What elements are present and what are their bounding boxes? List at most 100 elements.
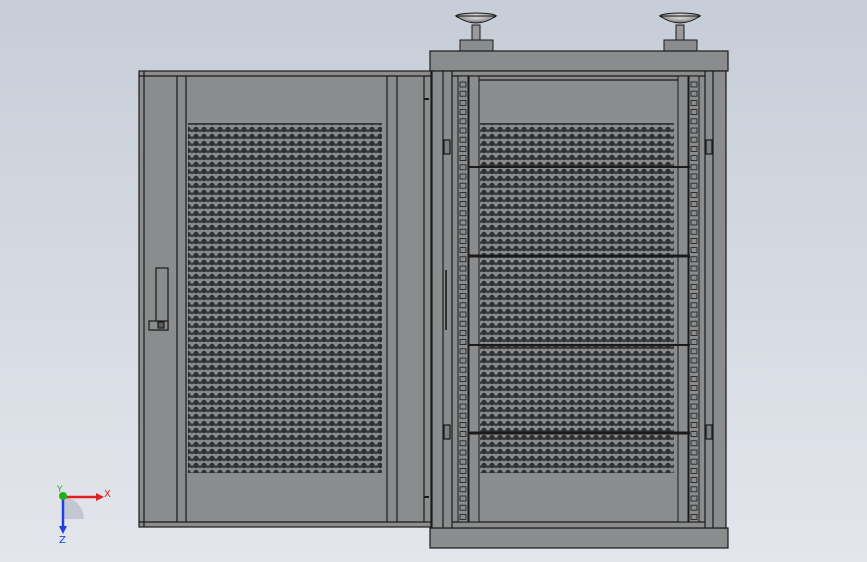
rail-slot — [459, 219, 467, 226]
rail-slot — [459, 504, 467, 511]
rail-slot — [690, 385, 698, 392]
rail-slot — [459, 486, 467, 493]
rail-slot — [459, 247, 467, 254]
rail-slot — [459, 339, 467, 346]
rail-slot — [459, 412, 467, 419]
rail-slot — [459, 366, 467, 373]
rail-slot — [690, 412, 698, 419]
rail-slot — [690, 256, 698, 263]
axis-z-label: Z — [59, 535, 66, 546]
rail-slot — [690, 191, 698, 198]
rail-slot — [459, 118, 467, 125]
rail-slot — [459, 127, 467, 134]
rail-slot — [459, 431, 467, 438]
rail-slot — [690, 329, 698, 336]
rail-slot — [459, 136, 467, 143]
rail-slot — [690, 467, 698, 474]
rail-slot — [690, 164, 698, 171]
rail-slot — [690, 210, 698, 217]
rail-slot — [459, 421, 467, 428]
rail-slot — [459, 210, 467, 217]
rail-slot — [459, 477, 467, 484]
rail-slot — [690, 458, 698, 465]
axis-y-label: Y — [56, 485, 63, 495]
rail-slot — [459, 274, 467, 281]
rail-slot — [459, 495, 467, 502]
rail-slot — [459, 385, 467, 392]
rail-slot — [690, 136, 698, 143]
rail-slot — [459, 302, 467, 309]
rail-slot — [690, 311, 698, 318]
rail-slot — [690, 201, 698, 208]
axis-x-label: X — [104, 489, 111, 500]
rail-slot — [459, 394, 467, 401]
rail-slot — [690, 320, 698, 327]
rail-slot — [459, 201, 467, 208]
rail-right-inner — [677, 75, 689, 523]
rail-slot — [459, 182, 467, 189]
rail-slot — [690, 348, 698, 355]
rail-slot — [459, 449, 467, 456]
rail-slot — [690, 394, 698, 401]
rail-slot — [690, 293, 698, 300]
rail-slot — [690, 155, 698, 162]
rail-slot — [690, 228, 698, 235]
cad-viewport[interactable]: X Y Z — [0, 0, 867, 562]
rail-slot — [459, 173, 467, 180]
rail-slot — [459, 81, 467, 88]
rail-slot — [459, 228, 467, 235]
rail-left-inner — [468, 75, 480, 523]
rail-slot — [690, 81, 698, 88]
rail-slot — [459, 357, 467, 364]
rail-slot — [459, 375, 467, 382]
rail-slot — [690, 237, 698, 244]
rail-slot — [690, 247, 698, 254]
rail-slot — [690, 504, 698, 511]
rail-slot — [690, 283, 698, 290]
rail-slot — [690, 514, 698, 520]
rail-slot — [690, 127, 698, 134]
rail-slot — [690, 449, 698, 456]
rail-slot — [690, 265, 698, 272]
rail-slot — [690, 302, 698, 309]
rail-slot — [690, 495, 698, 502]
rail-slot — [459, 311, 467, 318]
rail-slot — [459, 191, 467, 198]
rail-slot — [690, 375, 698, 382]
rail-slot — [459, 109, 467, 115]
rail-slot — [459, 237, 467, 244]
rail-slot — [690, 357, 698, 364]
rail-slot — [459, 458, 467, 465]
rail-slot — [459, 155, 467, 162]
rail-slot — [459, 440, 467, 447]
rail-slot — [690, 339, 698, 346]
rail-slot — [690, 477, 698, 484]
rail-slot — [459, 256, 467, 263]
rail-slot — [459, 90, 467, 97]
rail-slot — [459, 283, 467, 290]
rail-slot — [690, 366, 698, 373]
rail-slot — [690, 431, 698, 438]
rail-slot — [690, 274, 698, 281]
rail-slot — [459, 320, 467, 327]
rail-slot — [459, 403, 467, 410]
open-front-door[interactable] — [138, 70, 432, 528]
rail-slot — [459, 100, 467, 106]
rail-slot — [459, 467, 467, 474]
rail-slot — [690, 219, 698, 226]
rail-slot — [459, 514, 467, 520]
rail-slot — [690, 421, 698, 428]
rail-slot — [690, 109, 698, 115]
rail-slot — [459, 329, 467, 336]
rail-slot — [690, 90, 698, 97]
rail-slot — [459, 348, 467, 355]
rail-slot — [459, 164, 467, 171]
rail-slot — [690, 173, 698, 180]
rail-slot — [690, 118, 698, 125]
rail-slot — [690, 486, 698, 493]
rail-slot — [459, 265, 467, 272]
rail-slot — [690, 403, 698, 410]
rail-slot — [459, 145, 467, 152]
rail-slot — [690, 145, 698, 152]
rail-slot — [459, 293, 467, 300]
